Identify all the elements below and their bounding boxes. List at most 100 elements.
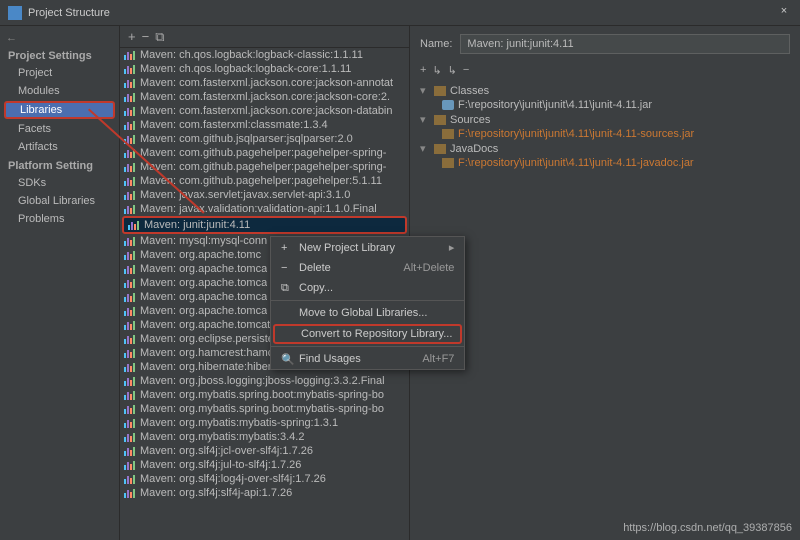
library-row[interactable]: Maven: com.fasterxml.jackson.core:jackso… [120, 104, 409, 118]
add-root-button[interactable]: + [420, 64, 426, 77]
name-input[interactable] [460, 34, 790, 54]
tree-leaf[interactable]: F:\repository\junit\junit\4.11\junit-4.1… [420, 127, 790, 141]
library-label: Maven: org.apache.tomc [140, 249, 261, 261]
watermark: https://blog.csdn.net/qq_39387856 [623, 522, 792, 534]
library-label: Maven: com.fasterxml:classmate:1.3.4 [140, 119, 328, 131]
file-icon [442, 158, 454, 168]
sidebar-item-sdks[interactable]: SDKs [0, 174, 119, 192]
library-row[interactable]: Maven: org.mybatis.spring.boot:mybatis-s… [120, 388, 409, 402]
tree-node[interactable]: ▾ Sources [420, 112, 790, 127]
tree-label: JavaDocs [450, 143, 498, 155]
library-row[interactable]: Maven: com.fasterxml.jackson.core:jackso… [120, 76, 409, 90]
menu-icon: − [281, 262, 293, 274]
menu-icon [283, 328, 295, 340]
detail-toolbar: + ↳ ↳ − [420, 64, 790, 77]
tree-node[interactable]: ▾Classes [420, 83, 790, 98]
library-icon [124, 474, 136, 484]
library-icon [124, 78, 136, 88]
library-icon [124, 50, 136, 60]
library-row[interactable]: Maven: ch.qos.logback:logback-core:1.1.1… [120, 62, 409, 76]
library-label: Maven: com.fasterxml.jackson.core:jackso… [140, 77, 393, 89]
library-label: Maven: org.mybatis.spring.boot:mybatis-s… [140, 389, 384, 401]
library-label: Maven: com.fasterxml.jackson.core:jackso… [140, 105, 393, 117]
library-row[interactable]: Maven: org.slf4j:jul-to-slf4j:1.7.26 [120, 458, 409, 472]
menu-item-find-usages[interactable]: 🔍Find UsagesAlt+F7 [271, 349, 464, 369]
library-row[interactable]: Maven: com.github.jsqlparser:jsqlparser:… [120, 132, 409, 146]
library-row[interactable]: Maven: junit:junit:4.11 [122, 216, 407, 234]
tree-label: Classes [450, 85, 489, 97]
library-icon [124, 376, 136, 386]
library-icon [124, 390, 136, 400]
tree-leaf[interactable]: F:\repository\junit\junit\4.11\junit-4.1… [420, 98, 790, 112]
detail-panel: Name: + ↳ ↳ − ▾ClassesF:\repository\juni… [410, 26, 800, 540]
library-row[interactable]: Maven: com.fasterxml:classmate:1.3.4 [120, 118, 409, 132]
library-label: Maven: javax.validation:validation-api:1… [140, 203, 377, 215]
app-icon [8, 6, 22, 20]
menu-label: Delete [299, 262, 331, 274]
library-icon [124, 250, 136, 260]
library-label: Maven: org.mybatis:mybatis-spring:1.3.1 [140, 417, 338, 429]
menu-icon [281, 307, 293, 319]
library-row[interactable]: Maven: org.slf4j:jcl-over-slf4j:1.7.26 [120, 444, 409, 458]
menu-item-delete[interactable]: −DeleteAlt+Delete [271, 258, 464, 278]
library-row[interactable]: Maven: com.fasterxml.jackson.core:jackso… [120, 90, 409, 104]
sidebar-item-modules[interactable]: Modules [0, 82, 119, 100]
chevron-down-icon: ▾ [420, 142, 430, 155]
library-icon [124, 460, 136, 470]
library-row[interactable]: Maven: javax.servlet:javax.servlet-api:3… [120, 188, 409, 202]
library-label: Maven: mysql:mysql-conn [140, 235, 267, 247]
library-icon [124, 362, 136, 372]
sidebar-item-artifacts[interactable]: Artifacts [0, 138, 119, 156]
copy-button[interactable]: ⧉ [155, 29, 164, 45]
menu-item-move-to-global-libraries[interactable]: Move to Global Libraries... [271, 303, 464, 323]
library-row[interactable]: Maven: com.github.pagehelper:pagehelper-… [120, 146, 409, 160]
library-row[interactable]: Maven: com.github.pagehelper:pagehelper-… [120, 160, 409, 174]
library-label: Maven: ch.qos.logback:logback-classic:1.… [140, 49, 363, 61]
menu-item-copy[interactable]: ⧉Copy... [271, 278, 464, 298]
library-label: Maven: org.slf4j:jcl-over-slf4j:1.7.26 [140, 445, 313, 457]
library-row[interactable]: Maven: org.jboss.logging:jboss-logging:3… [120, 374, 409, 388]
library-label: Maven: org.slf4j:jul-to-slf4j:1.7.26 [140, 459, 301, 471]
tree-path: F:\repository\junit\junit\4.11\junit-4.1… [458, 157, 694, 169]
library-row[interactable]: Maven: ch.qos.logback:logback-classic:1.… [120, 48, 409, 62]
library-icon [124, 292, 136, 302]
sidebar-section: Platform Setting [0, 156, 119, 174]
menu-item-new-project-library[interactable]: +New Project Library▸ [271, 237, 464, 258]
roots-tree[interactable]: ▾ClassesF:\repository\junit\junit\4.11\j… [420, 83, 790, 170]
close-icon[interactable]: × [776, 5, 792, 21]
sidebar-section: Project Settings [0, 46, 119, 64]
library-row[interactable]: Maven: org.mybatis:mybatis-spring:1.3.1 [120, 416, 409, 430]
add-jar-button[interactable]: ↳ [432, 64, 441, 77]
add-web-button[interactable]: ↳ [448, 64, 457, 77]
sidebar-item-problems[interactable]: Problems [0, 210, 119, 228]
library-icon [124, 418, 136, 428]
name-label: Name: [420, 38, 452, 50]
library-icon [124, 278, 136, 288]
folder-icon [434, 144, 446, 154]
library-row[interactable]: Maven: org.slf4j:log4j-over-slf4j:1.7.26 [120, 472, 409, 486]
library-icon [124, 92, 136, 102]
library-icon [124, 432, 136, 442]
back-arrow-icon[interactable]: ← [0, 30, 119, 46]
remove-button[interactable]: − [142, 29, 150, 44]
library-row[interactable]: Maven: org.mybatis:mybatis:3.4.2 [120, 430, 409, 444]
remove-root-button[interactable]: − [463, 64, 469, 77]
library-icon [124, 236, 136, 246]
add-button[interactable]: + [128, 29, 136, 44]
folder-icon [434, 115, 446, 125]
sidebar-item-global-libraries[interactable]: Global Libraries [0, 192, 119, 210]
tree-node[interactable]: ▾ JavaDocs [420, 141, 790, 156]
library-icon [124, 320, 136, 330]
library-label: Maven: org.slf4j:log4j-over-slf4j:1.7.26 [140, 473, 326, 485]
library-icon [124, 176, 136, 186]
library-row[interactable]: Maven: org.slf4j:slf4j-api:1.7.26 [120, 486, 409, 500]
tree-label: Sources [450, 114, 490, 126]
menu-item-convert-to-repository-library[interactable]: Convert to Repository Library... [273, 324, 462, 344]
library-toolbar: + − ⧉ [120, 26, 409, 48]
sidebar-item-project[interactable]: Project [0, 64, 119, 82]
library-row[interactable]: Maven: org.mybatis.spring.boot:mybatis-s… [120, 402, 409, 416]
chevron-down-icon: ▾ [420, 113, 430, 126]
tree-leaf[interactable]: F:\repository\junit\junit\4.11\junit-4.1… [420, 156, 790, 170]
menu-icon: 🔍 [281, 353, 293, 365]
library-row[interactable]: Maven: javax.validation:validation-api:1… [120, 202, 409, 216]
